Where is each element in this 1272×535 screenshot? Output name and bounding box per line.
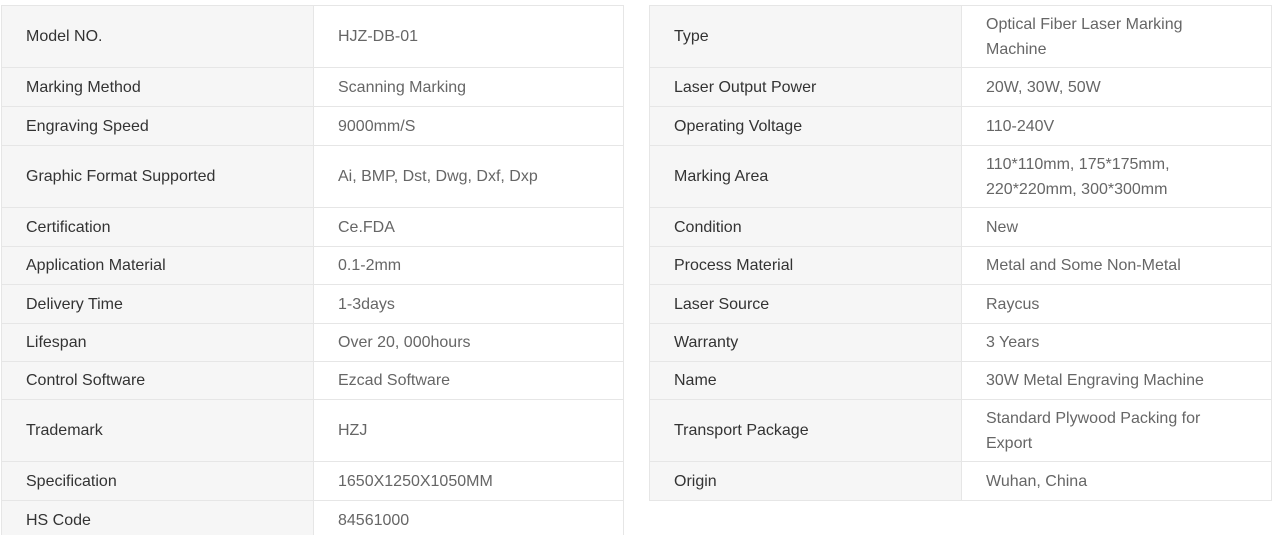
spec-value: Raycus [961, 284, 1272, 324]
spec-value: Ce.FDA [313, 207, 624, 247]
table-row: Transport Package Standard Plywood Packi… [649, 399, 1272, 462]
table-row: Delivery Time 1-3days [1, 284, 624, 324]
table-row: Name 30W Metal Engraving Machine [649, 361, 1272, 400]
spec-value: 84561000 [313, 500, 624, 535]
spec-value: 30W Metal Engraving Machine [961, 361, 1272, 400]
spec-value: Ezcad Software [313, 361, 624, 400]
spec-value: Over 20, 000hours [313, 323, 624, 362]
table-row: Marking Method Scanning Marking [1, 67, 624, 107]
spec-value: 110*110mm, 175*175mm, 220*220mm, 300*300… [961, 145, 1272, 208]
spec-value: 9000mm/S [313, 106, 624, 146]
spec-label: Marking Area [649, 145, 962, 208]
spec-value: 20W, 30W, 50W [961, 67, 1272, 107]
product-spec-page: Model NO. HJZ-DB-01 Marking Method Scann… [0, 0, 1272, 535]
spec-label: Process Material [649, 246, 962, 285]
table-row: Trademark HZJ [1, 399, 624, 462]
spec-label: Graphic Format Supported [1, 145, 314, 208]
spec-label: Specification [1, 461, 314, 501]
spec-label: Transport Package [649, 399, 962, 462]
table-row: Engraving Speed 9000mm/S [1, 106, 624, 146]
table-row: Laser Source Raycus [649, 284, 1272, 324]
table-row: Graphic Format Supported Ai, BMP, Dst, D… [1, 145, 624, 208]
table-row: Lifespan Over 20, 000hours [1, 323, 624, 362]
spec-value: Wuhan, China [961, 461, 1272, 501]
table-row: Process Material Metal and Some Non-Meta… [649, 246, 1272, 285]
spec-value: Standard Plywood Packing for Export [961, 399, 1272, 462]
table-row: Marking Area 110*110mm, 175*175mm, 220*2… [649, 145, 1272, 208]
spec-label: Model NO. [1, 5, 314, 68]
table-row: Application Material 0.1-2mm [1, 246, 624, 285]
spec-value: Metal and Some Non-Metal [961, 246, 1272, 285]
spec-label: Marking Method [1, 67, 314, 107]
table-row: Condition New [649, 207, 1272, 247]
table-row: Specification 1650X1250X1050MM [1, 461, 624, 501]
spec-table-right: Type Optical Fiber Laser Marking Machine… [649, 5, 1272, 501]
spec-value: Optical Fiber Laser Marking Machine [961, 5, 1272, 68]
table-row: Model NO. HJZ-DB-01 [1, 5, 624, 68]
spec-label: Condition [649, 207, 962, 247]
spec-label: Type [649, 5, 962, 68]
table-row: Origin Wuhan, China [649, 461, 1272, 501]
spec-label: Delivery Time [1, 284, 314, 324]
spec-value: Ai, BMP, Dst, Dwg, Dxf, Dxp [313, 145, 624, 208]
table-row: HS Code 84561000 [1, 500, 624, 535]
table-row: Control Software Ezcad Software [1, 361, 624, 400]
spec-label: Lifespan [1, 323, 314, 362]
table-row: Operating Voltage 110-240V [649, 106, 1272, 146]
spec-value: 0.1-2mm [313, 246, 624, 285]
spec-label: Application Material [1, 246, 314, 285]
spec-label: Origin [649, 461, 962, 501]
spec-label: Name [649, 361, 962, 400]
spec-label: Control Software [1, 361, 314, 400]
spec-label: Laser Source [649, 284, 962, 324]
spec-label: Operating Voltage [649, 106, 962, 146]
spec-value: HZJ [313, 399, 624, 462]
table-row: Laser Output Power 20W, 30W, 50W [649, 67, 1272, 107]
table-row: Type Optical Fiber Laser Marking Machine [649, 5, 1272, 68]
spec-value: 110-240V [961, 106, 1272, 146]
spec-value: HJZ-DB-01 [313, 5, 624, 68]
table-row: Certification Ce.FDA [1, 207, 624, 247]
spec-value: Scanning Marking [313, 67, 624, 107]
spec-value: 1-3days [313, 284, 624, 324]
spec-value: New [961, 207, 1272, 247]
spec-value: 3 Years [961, 323, 1272, 362]
spec-label: Warranty [649, 323, 962, 362]
table-row: Warranty 3 Years [649, 323, 1272, 362]
spec-label: Engraving Speed [1, 106, 314, 146]
spec-label: Trademark [1, 399, 314, 462]
spec-value: 1650X1250X1050MM [313, 461, 624, 501]
spec-label: Laser Output Power [649, 67, 962, 107]
spec-label: HS Code [1, 500, 314, 535]
spec-table-left: Model NO. HJZ-DB-01 Marking Method Scann… [1, 5, 624, 535]
spec-label: Certification [1, 207, 314, 247]
